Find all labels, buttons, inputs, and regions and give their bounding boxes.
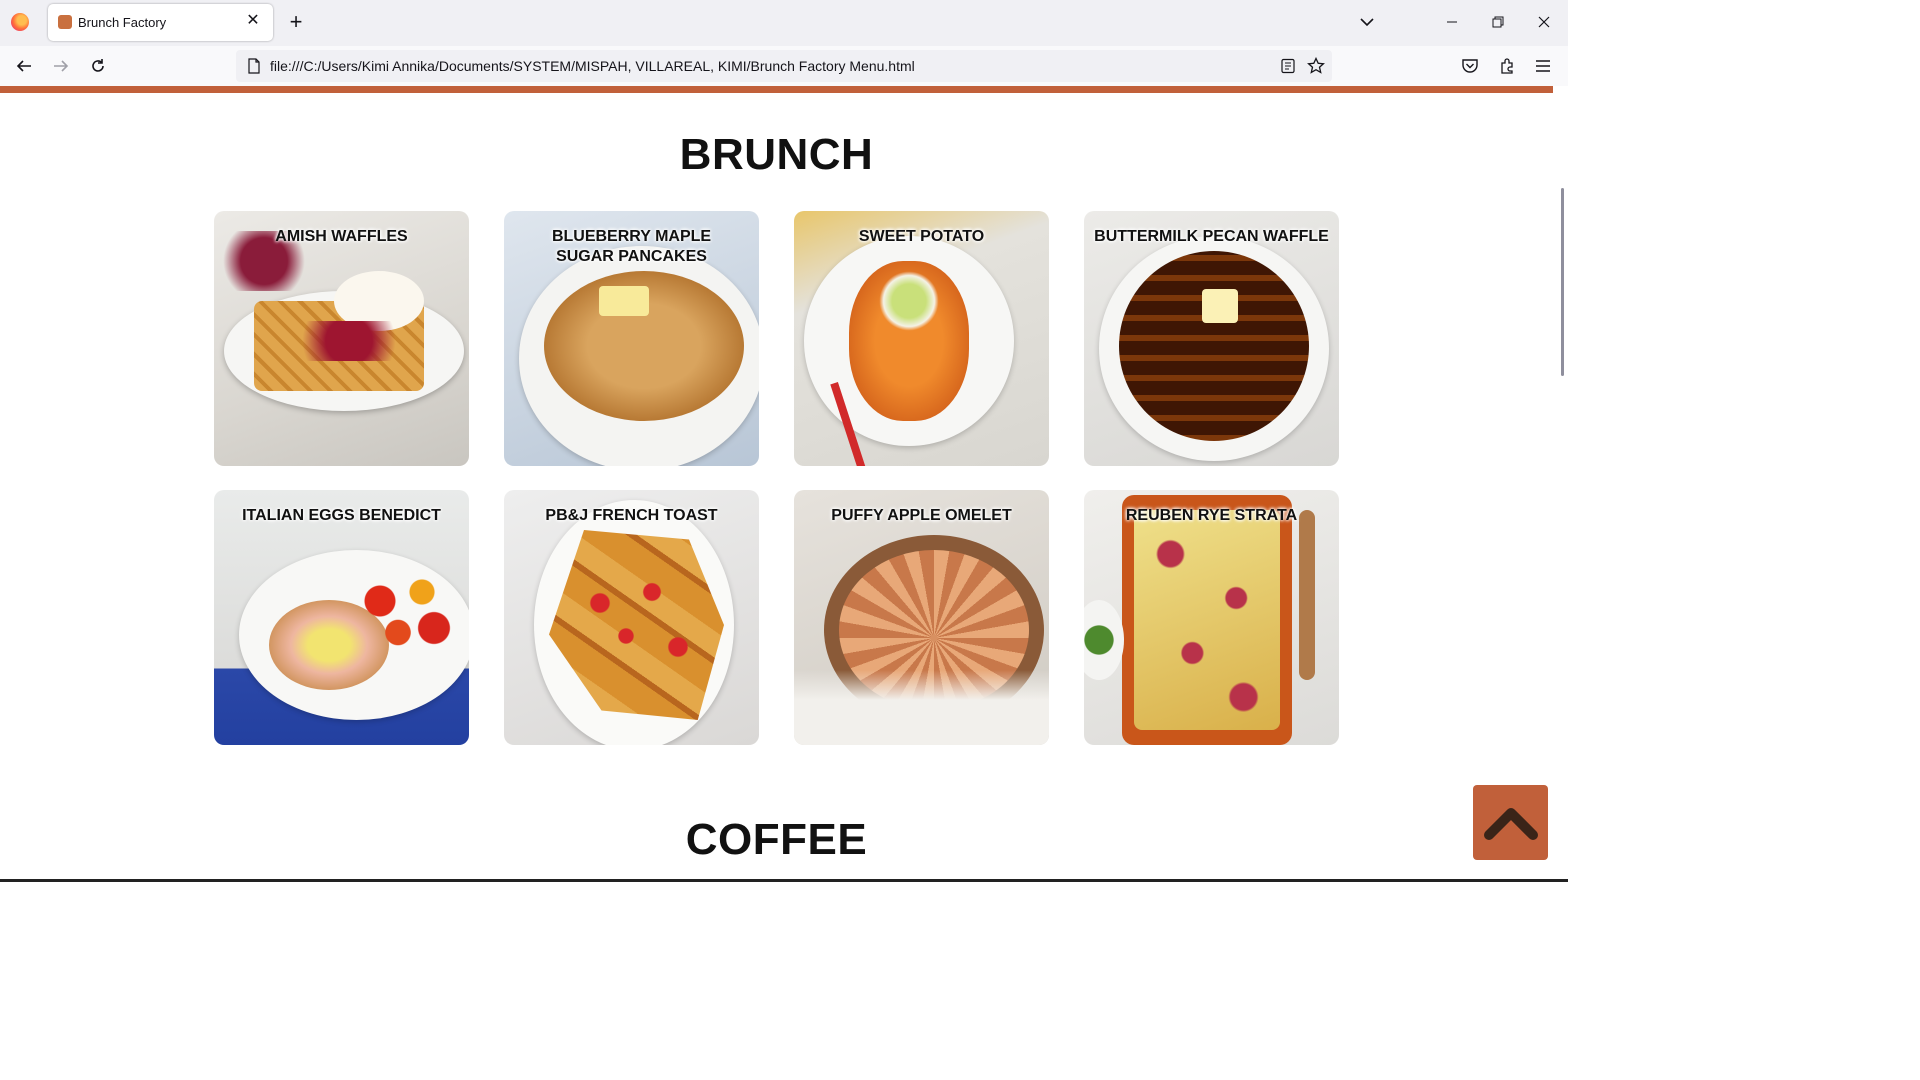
menu-card-pbj-french-toast[interactable]: PB&J FRENCH TOAST: [504, 490, 759, 745]
page-scrollbar[interactable]: [1553, 86, 1568, 882]
reader-view-icon[interactable]: [1278, 56, 1298, 76]
minimize-icon[interactable]: [1429, 0, 1475, 44]
menu-card-buttermilk-pecan-waffle[interactable]: BUTTERMILK PECAN WAFFLE: [1084, 211, 1339, 466]
waffle-image: [1119, 251, 1309, 441]
coffee-section-title: COFFEE: [685, 815, 868, 864]
butter-image: [1202, 289, 1238, 323]
page-document-icon: [246, 58, 262, 74]
back-arrow-icon[interactable]: [10, 53, 38, 79]
firefox-icon[interactable]: [11, 13, 29, 31]
card-title: ITALIAN EGGS BENEDICT: [242, 507, 441, 524]
new-tab-button[interactable]: +: [284, 10, 308, 34]
menu-card-reuben-rye-strata[interactable]: REUBEN RYE STRATA: [1084, 490, 1339, 745]
close-tab-icon[interactable]: ✕: [243, 11, 263, 31]
menu-card-italian-eggs-benedict[interactable]: ITALIAN EGGS BENEDICT: [214, 490, 469, 745]
reload-icon[interactable]: [84, 53, 112, 79]
pocket-icon[interactable]: [1456, 53, 1484, 79]
berry-sauce-image: [274, 321, 424, 361]
butter-image: [599, 286, 649, 316]
list-all-tabs-icon[interactable]: [1356, 11, 1378, 33]
scroll-to-top-button[interactable]: [1473, 785, 1548, 860]
card-title: BLUEBERRY MAPLE SUGAR PANCAKES: [551, 228, 712, 265]
wooden-spoon-image: [1299, 510, 1315, 680]
tab-brunch-factory[interactable]: Brunch Factory ✕: [48, 4, 273, 41]
address-bar[interactable]: file:///C:/Users/Kimi Annika/Documents/S…: [236, 50, 1332, 82]
strawberries-image: [574, 570, 704, 680]
brunch-section-title: BRUNCH: [679, 130, 874, 179]
bookmark-star-icon[interactable]: [1306, 56, 1326, 76]
extensions-icon[interactable]: [1493, 53, 1521, 79]
window-bottom-edge: [0, 879, 1568, 882]
url-text: file:///C:/Users/Kimi Annika/Documents/S…: [270, 58, 915, 74]
header-accent-border: [0, 86, 1553, 93]
napkin-image: [794, 670, 1049, 745]
strata-image: [1134, 510, 1280, 730]
scrollbar-thumb[interactable]: [1561, 188, 1564, 376]
tomatoes-image: [344, 565, 464, 655]
hamburger-menu-icon[interactable]: [1529, 53, 1557, 79]
herb-bowl-image: [1084, 600, 1124, 680]
menu-card-amish-waffles[interactable]: AMISH WAFFLES: [214, 211, 469, 466]
restore-icon[interactable]: [1475, 0, 1521, 44]
menu-card-sweet-potato[interactable]: SWEET POTATO: [794, 211, 1049, 466]
tab-title: Brunch Factory: [78, 15, 167, 30]
menu-card-puffy-apple-omelet[interactable]: PUFFY APPLE OMELET: [794, 490, 1049, 745]
card-title: PUFFY APPLE OMELET: [831, 507, 1012, 524]
forward-arrow-icon[interactable]: [47, 53, 75, 79]
card-title: AMISH WAFFLES: [275, 228, 408, 245]
menu-card-blueberry-pancakes[interactable]: BLUEBERRY MAPLE SUGAR PANCAKES: [504, 211, 759, 466]
chevron-up-icon: [1483, 807, 1538, 840]
navigation-toolbar: file:///C:/Users/Kimi Annika/Documents/S…: [0, 46, 1568, 87]
browser-tab-bar: Brunch Factory ✕ +: [0, 0, 1568, 46]
apple-topping-image: [879, 271, 939, 331]
card-title: BUTTERMILK PECAN WAFFLE: [1094, 228, 1329, 245]
card-title: REUBEN RYE STRATA: [1125, 507, 1298, 524]
close-window-icon[interactable]: [1521, 0, 1567, 44]
card-title: SWEET POTATO: [858, 228, 985, 245]
card-title: PB&J FRENCH TOAST: [545, 507, 718, 524]
site-favicon-icon: [58, 15, 72, 29]
